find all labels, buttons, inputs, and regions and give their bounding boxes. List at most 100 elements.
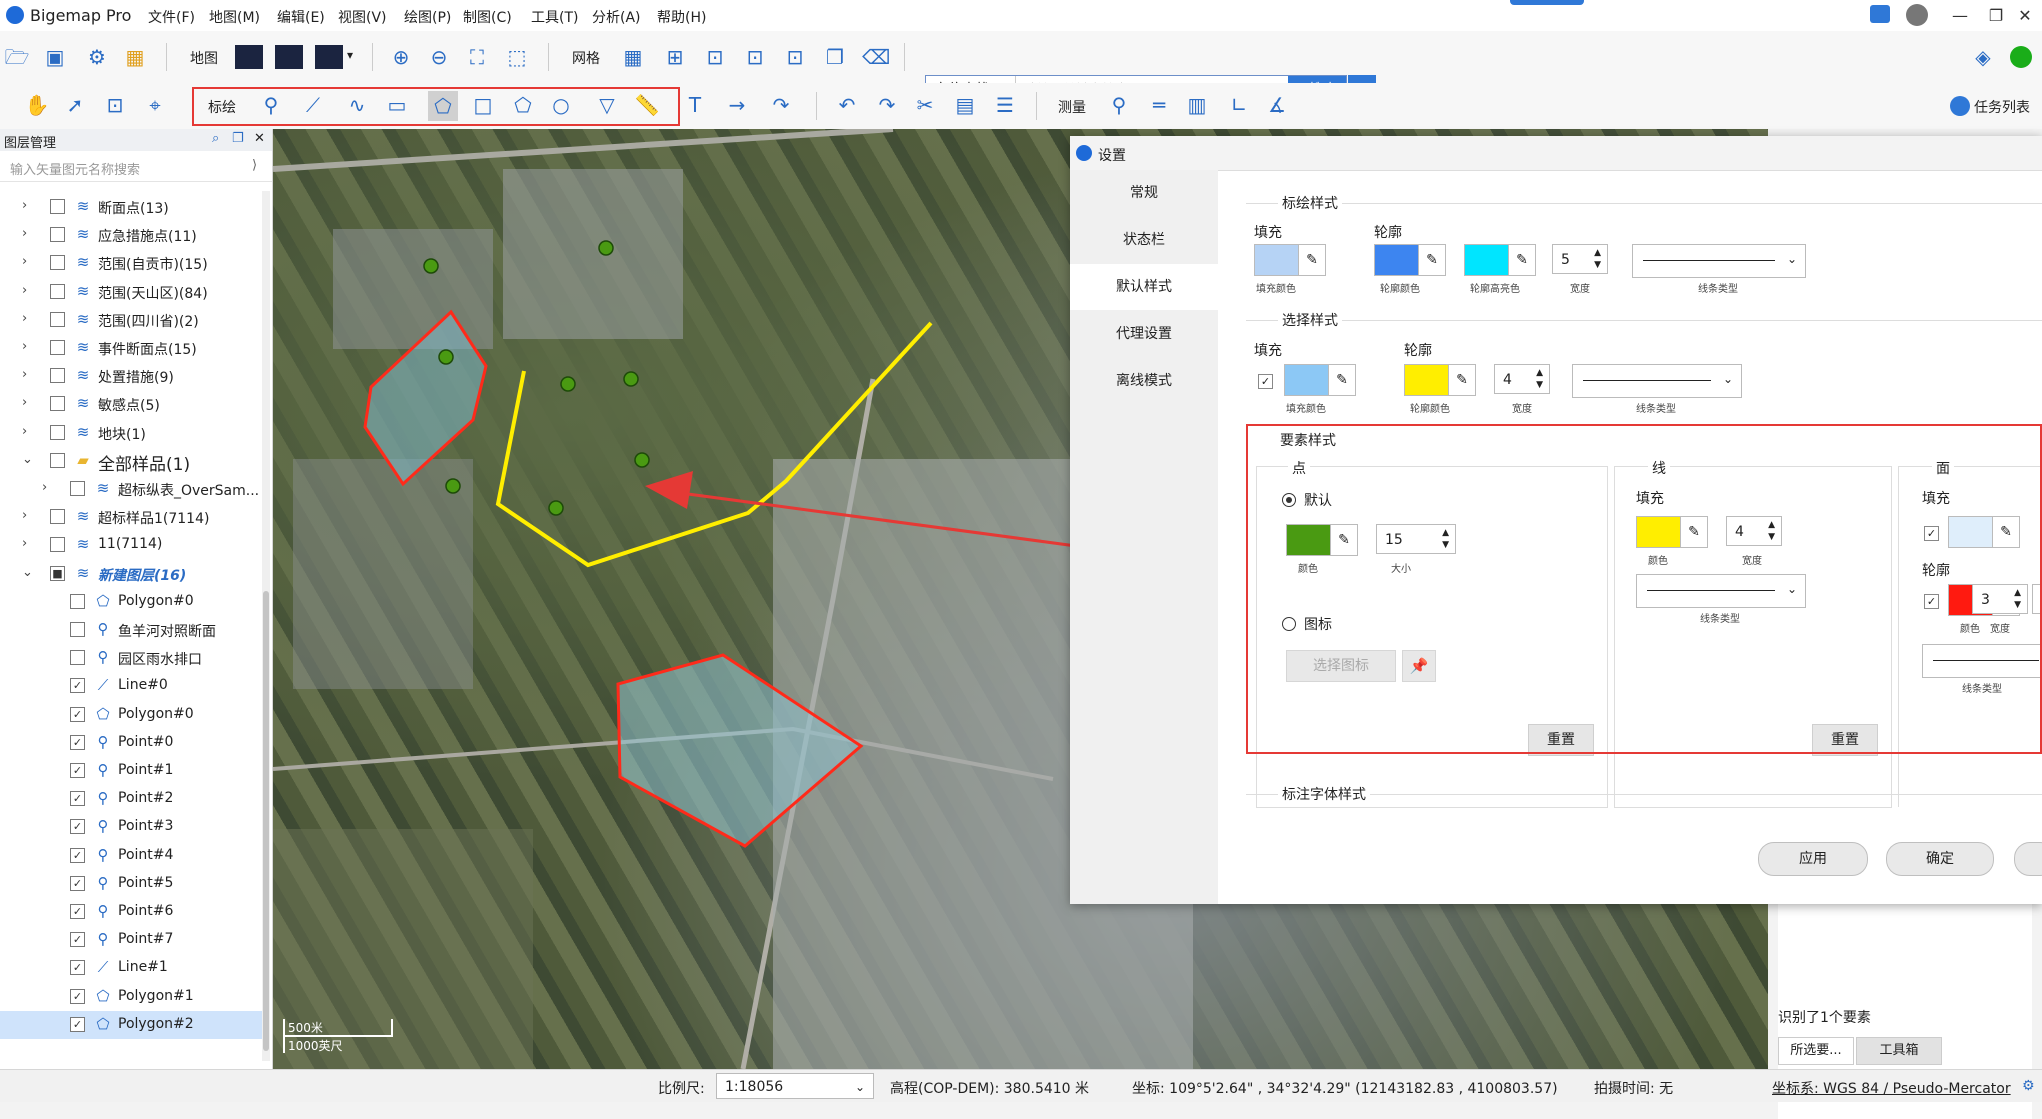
map-source-3-icon[interactable] <box>315 45 343 69</box>
select-arrow-icon[interactable]: ➚ <box>62 92 88 118</box>
layer-checkbox[interactable] <box>50 283 65 299</box>
pan-hand-icon[interactable]: ✋ <box>24 92 50 118</box>
arrow-tool-icon[interactable]: → <box>724 92 750 118</box>
identify-icon[interactable]: ⊡ <box>102 92 128 118</box>
layer-checkbox[interactable] <box>50 424 65 440</box>
draw-highlight-color[interactable] <box>1464 244 1510 276</box>
layer-checkbox[interactable]: ✓ <box>70 1016 85 1032</box>
shield-icon[interactable]: ◈ <box>1970 44 1996 70</box>
text-tool-icon[interactable]: T <box>682 92 708 118</box>
point-feature[interactable] <box>634 452 650 468</box>
measure-angle-icon[interactable]: ∡ <box>1264 92 1290 118</box>
layer-row[interactable]: ✓ ⚲ Point#2 <box>0 785 262 813</box>
layer-checkbox[interactable] <box>70 593 85 609</box>
chevron-right-icon[interactable]: › <box>22 226 27 241</box>
nm-grid-icon[interactable]: ⊡ <box>742 44 768 70</box>
layer-row[interactable]: › ≋ 地块(1) <box>0 419 262 447</box>
layer-row[interactable]: ✓ ⚲ Point#3 <box>0 813 262 841</box>
nav-statusbar[interactable]: 状态栏 <box>1070 217 1218 263</box>
select-fill-checkbox[interactable]: ✓ <box>1258 374 1273 389</box>
chevron-down-icon[interactable]: ⌄ <box>22 565 33 580</box>
menu-cartography[interactable]: 制图(C) <box>463 7 512 27</box>
layer-checkbox[interactable]: ✓ <box>70 678 85 694</box>
draw-outline-color[interactable] <box>1374 244 1420 276</box>
task-list-icon[interactable] <box>1950 96 1970 116</box>
utm-grid-icon[interactable]: ⊞ <box>662 44 688 70</box>
layer-row[interactable]: ✓ ⚲ Point#6 <box>0 898 262 926</box>
layer-row[interactable]: ✓ ⚲ Point#0 <box>0 729 262 757</box>
layer-checkbox[interactable] <box>50 452 65 468</box>
layer-checkbox[interactable] <box>70 622 85 637</box>
layer-checkbox[interactable]: ✓ <box>70 960 85 976</box>
measure-distance-icon[interactable]: ═ <box>1146 92 1172 118</box>
layer-row[interactable]: ✓ ⚲ Point#5 <box>0 870 262 898</box>
layer-row[interactable]: › ≋ 范围(天山区)(84) <box>0 278 262 306</box>
chevron-down-icon[interactable]: ⌄ <box>22 452 33 467</box>
point-feature[interactable] <box>548 500 564 516</box>
image-icon[interactable]: ▦ <box>122 44 148 70</box>
layer-row[interactable]: ✓ ⚲ Point#1 <box>0 757 262 785</box>
layer-row[interactable]: › ≋ 应急措施点(11) <box>0 221 262 249</box>
layer-row[interactable]: › ≋ 敏感点(5) <box>0 390 262 418</box>
nav-general[interactable]: 常规 <box>1070 170 1218 216</box>
chevron-right-icon[interactable]: › <box>22 254 27 269</box>
menu-file[interactable]: 文件(F) <box>148 7 195 27</box>
point-feature[interactable] <box>445 478 461 494</box>
layer-row[interactable]: ✓ ⚲ Point#7 <box>0 926 262 954</box>
layer-checkbox[interactable] <box>70 481 85 496</box>
menu-view[interactable]: 视图(V) <box>338 7 387 27</box>
layer-row[interactable]: › ≋ 11(7114) <box>0 531 262 559</box>
layer-checkbox[interactable]: ✓ <box>70 875 85 891</box>
task-list-button[interactable]: 任务列表 <box>1974 97 2030 117</box>
layer-checkbox[interactable] <box>50 396 65 412</box>
mgrs-grid-icon[interactable]: ⊡ <box>782 44 808 70</box>
curve-arrow-icon[interactable]: ↷ <box>768 92 794 118</box>
layer-row[interactable]: ⌄ ■ ≋ 新建图层(16) <box>0 560 262 588</box>
layer-checkbox[interactable]: ■ <box>50 565 65 581</box>
point-feature[interactable] <box>560 376 576 392</box>
map-source-1-icon[interactable] <box>235 45 263 69</box>
point-feature[interactable] <box>438 349 454 365</box>
settings-gear-icon[interactable]: ⚙ <box>2022 1078 2035 1094</box>
layer-row[interactable]: › ≋ 超标纵表_OverSam... <box>0 475 262 503</box>
km-grid-icon[interactable]: ⊡ <box>702 44 728 70</box>
crs-readout[interactable]: 坐标系: WGS 84 / Pseudo-Mercator <box>1772 1078 2011 1098</box>
point-feature[interactable] <box>598 240 614 256</box>
draw-linetype-select[interactable]: ⌄ <box>1632 244 1806 278</box>
layer-row[interactable]: ✓ ⟋ Line#1 <box>0 954 262 982</box>
scale-select[interactable]: 1:18056 ⌄ <box>716 1073 874 1099</box>
layer-row[interactable]: ✓ ⚲ Point#4 <box>0 842 262 870</box>
menu-analysis[interactable]: 分析(A) <box>592 7 641 27</box>
draw-fill-color[interactable] <box>1254 244 1300 276</box>
layer-checkbox[interactable] <box>70 650 85 666</box>
spinner-arrows-icon[interactable]: ▲ ▼ <box>1536 367 1543 391</box>
layer-scrollbar[interactable] <box>262 191 270 1061</box>
layer-checkbox[interactable]: ✓ <box>70 904 85 919</box>
measure-area-icon[interactable]: ▥ <box>1184 92 1210 118</box>
layer-checkbox[interactable] <box>50 227 65 243</box>
menu-edit[interactable]: 编辑(E) <box>277 7 325 27</box>
chevron-right-icon[interactable]: › <box>22 198 27 213</box>
nav-offline[interactable]: 离线模式 <box>1070 358 1218 404</box>
nav-default-style[interactable]: 默认样式 <box>1070 264 1218 310</box>
select-fill-color[interactable] <box>1284 364 1330 396</box>
map-label[interactable]: 地图 <box>190 48 218 68</box>
measure-point-icon[interactable]: ⚲ <box>1106 92 1132 118</box>
tab-selected-features[interactable]: 所选要... <box>1778 1037 1854 1065</box>
tab-toolbox[interactable]: 工具箱 <box>1856 1037 1942 1065</box>
layer-checkbox[interactable]: ✓ <box>70 734 85 750</box>
layer-checkbox[interactable]: ✓ <box>70 706 85 722</box>
select-linetype-select[interactable]: ⌄ <box>1572 364 1742 398</box>
menu-help[interactable]: 帮助(H) <box>657 7 706 27</box>
layer-checkbox[interactable] <box>50 311 65 327</box>
layer-row[interactable]: › ≋ 断面点(13) <box>0 193 262 221</box>
layer-checkbox[interactable] <box>50 509 65 525</box>
zoom-in-icon[interactable]: ⊕ <box>388 44 414 70</box>
layer-row[interactable]: › ≋ 范围(四川省)(2) <box>0 306 262 334</box>
apply-button[interactable]: 应用 <box>1758 842 1868 876</box>
copy-icon[interactable]: ❐ <box>822 44 848 70</box>
grid-icon[interactable]: ▦ <box>620 44 646 70</box>
collapse-icon[interactable]: ⟩ <box>252 158 257 173</box>
point-feature[interactable] <box>423 258 439 274</box>
float-icon[interactable]: ❐ <box>232 131 244 146</box>
